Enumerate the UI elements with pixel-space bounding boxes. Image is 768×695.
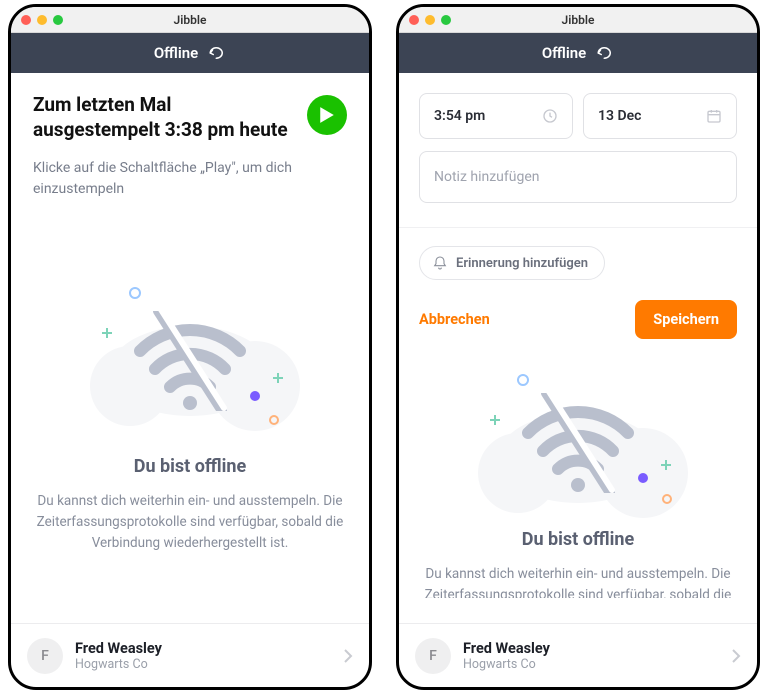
note-placeholder: Notiz hinzufügen	[434, 169, 540, 185]
offline-title: Du bist offline	[522, 529, 634, 550]
time-field[interactable]: 3:54 pm	[419, 93, 573, 139]
cancel-button[interactable]: Abbrechen	[419, 311, 490, 328]
user-name: Fred Weasley	[463, 640, 550, 657]
deco-circle-icon	[516, 373, 530, 387]
content-area: Zum letzten Mal ausgestempelt 3:38 pm he…	[11, 73, 369, 687]
window-chrome: Jibble	[11, 7, 369, 33]
entry-form: 3:54 pm 13 Dec Notiz hinzufügen Erinneru…	[399, 73, 757, 355]
connection-status: Offline	[542, 44, 586, 62]
reminder-label: Erinnerung hinzufügen	[456, 256, 588, 271]
save-button[interactable]: Speichern	[635, 300, 737, 339]
user-info: Fred Weasley Hogwarts Co	[75, 640, 162, 672]
avatar: F	[27, 638, 63, 674]
device-left: Jibble Offline Zum letzten Mal ausgestem…	[8, 4, 372, 690]
offline-description: Du kannst dich weiterhin ein- und ausste…	[423, 564, 733, 598]
undo-icon[interactable]	[596, 46, 614, 60]
clock-in-button[interactable]	[307, 95, 347, 135]
user-footer[interactable]: F Fred Weasley Hogwarts Co	[399, 623, 757, 687]
wifi-off-icon	[130, 311, 250, 411]
play-icon	[319, 106, 335, 124]
form-actions: Abbrechen Speichern	[419, 300, 737, 339]
top-bar: Offline	[11, 33, 369, 73]
status-block: Zum letzten Mal ausgestempelt 3:38 pm he…	[11, 73, 369, 152]
deco-circle-icon	[268, 414, 280, 426]
connection-status: Offline	[154, 44, 198, 62]
offline-title: Du bist offline	[134, 456, 246, 477]
user-name: Fred Weasley	[75, 640, 162, 657]
offline-description: Du kannst dich weiterhin ein- und ausste…	[35, 491, 345, 554]
user-footer[interactable]: F Fred Weasley Hogwarts Co	[11, 623, 369, 687]
time-value: 3:54 pm	[434, 108, 485, 124]
offline-graphic	[80, 286, 300, 436]
chevron-right-icon	[731, 649, 741, 663]
calendar-icon	[706, 108, 722, 124]
bell-icon	[432, 255, 448, 271]
offline-illustration: Du bist offline Du kannst dich weiterhin…	[399, 355, 757, 623]
deco-plus-icon	[488, 413, 502, 427]
note-input[interactable]: Notiz hinzufügen	[419, 151, 737, 203]
wifi-off-icon	[518, 393, 638, 493]
user-info: Fred Weasley Hogwarts Co	[463, 640, 550, 672]
deco-dot-icon	[638, 473, 648, 483]
deco-circle-icon	[128, 286, 142, 300]
clock-in-hint: Klicke auf die Schaltfläche „Play", um d…	[11, 152, 369, 217]
add-reminder-button[interactable]: Erinnerung hinzufügen	[419, 246, 605, 280]
window-chrome: Jibble	[399, 7, 757, 33]
offline-graphic	[468, 373, 688, 513]
deco-circle-icon	[661, 493, 673, 505]
user-org: Hogwarts Co	[75, 657, 162, 672]
deco-plus-icon	[271, 371, 285, 385]
deco-plus-icon	[659, 458, 673, 472]
app-title: Jibble	[11, 13, 369, 27]
clock-icon	[542, 108, 558, 124]
device-right: Jibble Offline 3:54 pm 13 Dec Notiz hinz…	[396, 4, 760, 690]
deco-plus-icon	[100, 326, 114, 340]
chevron-right-icon	[343, 649, 353, 663]
user-org: Hogwarts Co	[463, 657, 550, 672]
offline-illustration: Du bist offline Du kannst dich weiterhin…	[11, 217, 369, 623]
undo-icon[interactable]	[208, 46, 226, 60]
last-clock-heading: Zum letzten Mal ausgestempelt 3:38 pm he…	[33, 93, 293, 142]
divider	[399, 227, 757, 228]
app-title: Jibble	[399, 13, 757, 27]
top-bar: Offline	[399, 33, 757, 73]
content-area: 3:54 pm 13 Dec Notiz hinzufügen Erinneru…	[399, 73, 757, 687]
avatar: F	[415, 638, 451, 674]
date-value: 13 Dec	[598, 108, 641, 124]
date-field[interactable]: 13 Dec	[583, 93, 737, 139]
